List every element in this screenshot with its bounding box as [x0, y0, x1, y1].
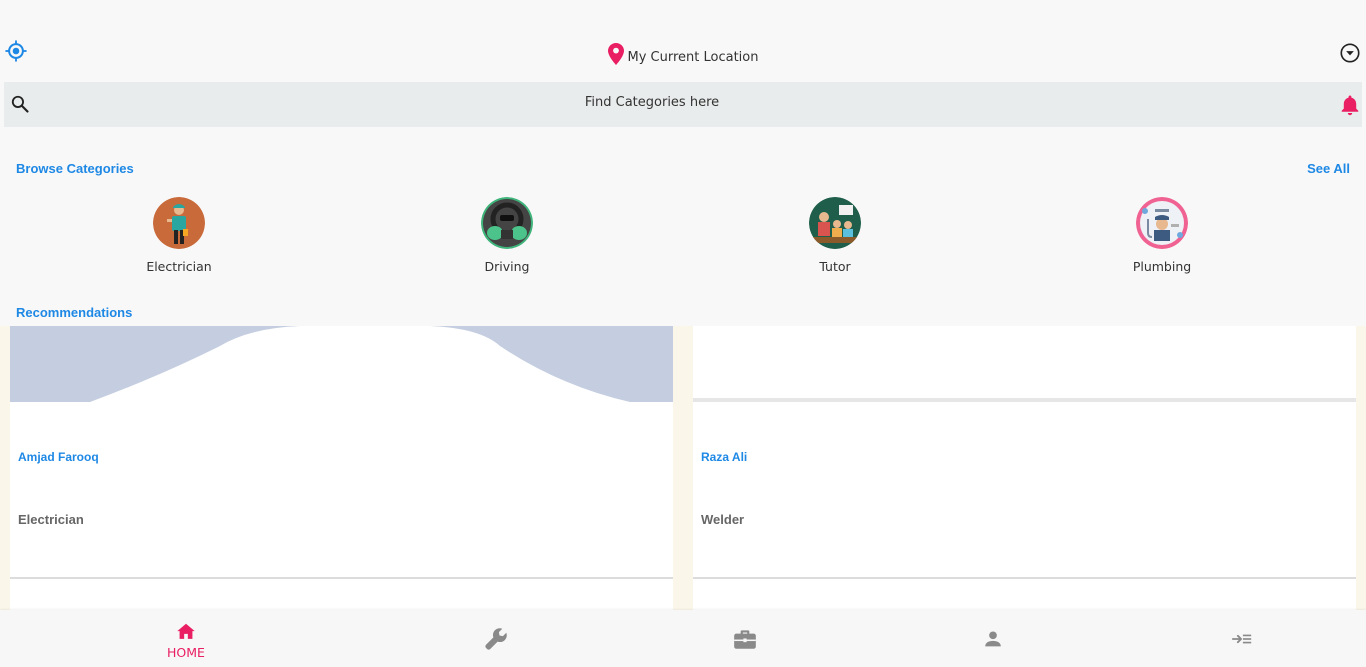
recommendation-card[interactable]: Raza Ali Welder — [693, 326, 1356, 616]
category-driving[interactable]: Driving — [427, 197, 587, 274]
home-icon — [177, 623, 195, 639]
tutor-avatar-icon — [809, 197, 861, 249]
provider-profession: Welder — [701, 512, 745, 527]
card-divider — [693, 577, 1356, 579]
category-label: Plumbing — [1132, 259, 1192, 274]
recommendation-card[interactable]: Amjad Farooq Electrician — [10, 326, 673, 616]
recommendations-title: Recommendations — [16, 305, 133, 320]
person-icon — [985, 630, 1001, 646]
card-divider — [10, 577, 673, 579]
driving-avatar-icon — [481, 197, 533, 249]
category-electrician[interactable]: Electrician — [99, 197, 259, 274]
provider-name[interactable]: Raza Ali — [701, 450, 747, 464]
electrician-avatar-icon — [153, 197, 205, 249]
category-label: Driving — [484, 259, 530, 274]
notification-bell-icon[interactable] — [1340, 94, 1360, 116]
search-bar[interactable]: Find Categories here — [4, 82, 1362, 127]
category-plumbing[interactable]: Plumbing — [1082, 197, 1242, 274]
card-gutter — [673, 326, 693, 616]
location-pin-icon — [607, 43, 624, 65]
nav-profile[interactable] — [943, 610, 1043, 667]
current-location[interactable]: My Current Location — [0, 43, 1366, 69]
see-all-link[interactable]: See All — [1300, 161, 1350, 176]
nav-logout[interactable] — [1192, 610, 1292, 667]
category-label: Electrician — [146, 259, 212, 274]
nav-home-label: HOME — [167, 645, 205, 660]
search-input[interactable]: Find Categories here — [8, 95, 1296, 110]
provider-name[interactable]: Amjad Farooq — [18, 450, 99, 464]
nav-services[interactable] — [446, 610, 546, 667]
nav-home[interactable]: HOME — [136, 610, 236, 667]
browse-categories-title: Browse Categories — [16, 161, 134, 176]
wrench-icon — [485, 627, 507, 650]
nav-jobs[interactable] — [695, 610, 795, 667]
card-gutter — [1356, 326, 1366, 616]
logout-icon — [1231, 634, 1252, 643]
briefcase-icon — [734, 629, 756, 649]
plumbing-avatar-icon — [1136, 197, 1188, 249]
provider-photo — [10, 326, 673, 402]
category-tutor[interactable]: Tutor — [755, 197, 915, 274]
category-label: Tutor — [819, 259, 851, 274]
provider-profession: Electrician — [18, 512, 84, 527]
location-label: My Current Location — [627, 49, 759, 65]
chevron-down-circle-icon[interactable] — [1339, 42, 1361, 64]
bottom-navigation: HOME — [0, 610, 1366, 667]
card-gutter — [0, 326, 10, 616]
card-divider — [693, 398, 1356, 402]
